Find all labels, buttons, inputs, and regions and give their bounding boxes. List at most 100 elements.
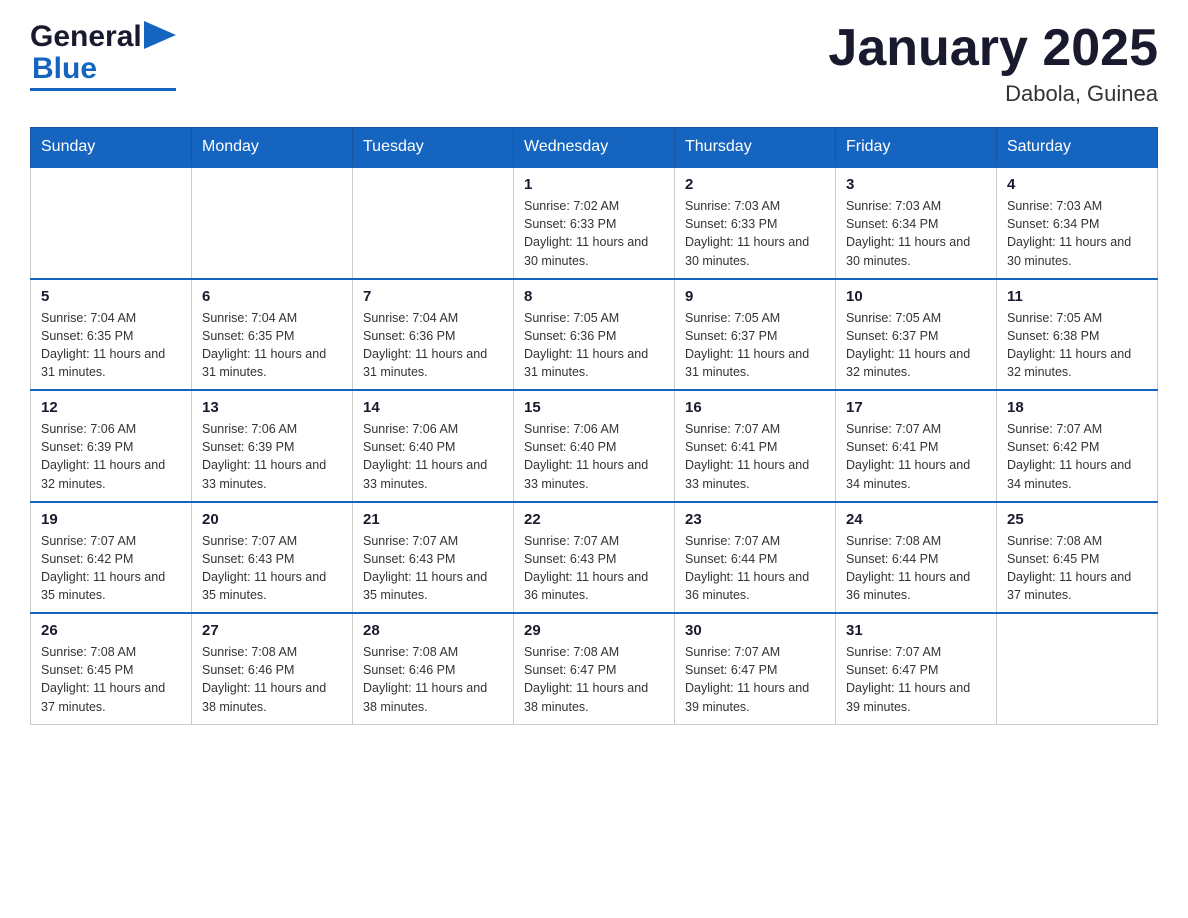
weekday-header-sunday: Sunday [31, 128, 192, 168]
weekday-header-saturday: Saturday [997, 128, 1158, 168]
weekday-header-wednesday: Wednesday [514, 128, 675, 168]
day-number: 2 [685, 176, 825, 193]
calendar-cell: 14 Sunrise: 7:06 AMSunset: 6:40 PMDayligh… [353, 390, 514, 502]
title-section: January 2025 Dabola, Guinea [828, 20, 1158, 107]
calendar-cell: 29Sunrise: 7:08 AMSunset: 6:47 PMDayligh… [514, 613, 675, 724]
day-info: Sunrise: 7:08 AMSunset: 6:46 PMDaylight:… [202, 643, 342, 716]
day-number: 8 [524, 288, 664, 305]
month-year-title: January 2025 [828, 20, 1158, 77]
day-number: 31 [846, 622, 986, 639]
calendar-cell: 4 Sunrise: 7:03 AMSunset: 6:34 PMDaylight… [997, 167, 1158, 279]
day-number: 7 [363, 288, 503, 305]
day-info: Sunrise: 7:07 AMSunset: 6:41 PMDaylight:… [846, 420, 986, 493]
day-number: 26 [41, 622, 181, 639]
calendar-cell: 7Sunrise: 7:04 AMSunset: 6:36 PMDaylight… [353, 279, 514, 391]
day-number: 17 [846, 399, 986, 416]
logo: General Blue [30, 20, 176, 91]
calendar-table: SundayMondayTuesdayWednesdayThursdayFrid… [30, 127, 1158, 725]
calendar-cell: 31 Sunrise: 7:07 AMSunset: 6:47 PMDayligh… [836, 613, 997, 724]
calendar-cell: 16 Sunrise: 7:07 AMSunset: 6:41 PMDayligh… [675, 390, 836, 502]
day-info: Sunrise: 7:08 AMSunset: 6:45 PMDaylight:… [41, 643, 181, 716]
day-info: Sunrise: 7:02 AMSunset: 6:33 PMDaylight:… [524, 197, 664, 270]
page-header: General Blue January 2025 Dabola, Guinea [30, 20, 1158, 107]
day-number: 21 [363, 511, 503, 528]
calendar-cell [997, 613, 1158, 724]
day-info: Sunrise: 7:07 AMSunset: 6:42 PMDaylight:… [1007, 420, 1147, 493]
calendar-cell [353, 167, 514, 279]
calendar-cell: 8 Sunrise: 7:05 AMSunset: 6:36 PMDaylight… [514, 279, 675, 391]
day-number: 12 [41, 399, 181, 416]
day-info: Sunrise: 7:04 AMSunset: 6:35 PMDaylight:… [202, 309, 342, 382]
calendar-cell: 30Sunrise: 7:07 AMSunset: 6:47 PMDayligh… [675, 613, 836, 724]
day-info: Sunrise: 7:06 AMSunset: 6:39 PMDaylight:… [41, 420, 181, 493]
day-number: 16 [685, 399, 825, 416]
day-number: 25 [1007, 511, 1147, 528]
calendar-cell: 15 Sunrise: 7:06 AMSunset: 6:40 PMDayligh… [514, 390, 675, 502]
calendar-cell: 10 Sunrise: 7:05 AMSunset: 6:37 PMDayligh… [836, 279, 997, 391]
day-number: 10 [846, 288, 986, 305]
calendar-cell: 17 Sunrise: 7:07 AMSunset: 6:41 PMDayligh… [836, 390, 997, 502]
calendar-cell: 1 Sunrise: 7:02 AMSunset: 6:33 PMDaylight… [514, 167, 675, 279]
calendar-cell: 2 Sunrise: 7:03 AMSunset: 6:33 PMDaylight… [675, 167, 836, 279]
weekday-header-monday: Monday [192, 128, 353, 168]
calendar-cell: 6 Sunrise: 7:04 AMSunset: 6:35 PMDaylight… [192, 279, 353, 391]
calendar-cell: 22Sunrise: 7:07 AMSunset: 6:43 PMDayligh… [514, 502, 675, 614]
day-info: Sunrise: 7:08 AMSunset: 6:46 PMDaylight:… [363, 643, 503, 716]
day-info: Sunrise: 7:06 AMSunset: 6:40 PMDaylight:… [363, 420, 503, 493]
day-number: 28 [363, 622, 503, 639]
day-number: 11 [1007, 288, 1147, 305]
calendar-cell: 20 Sunrise: 7:07 AMSunset: 6:43 PMDayligh… [192, 502, 353, 614]
day-number: 4 [1007, 176, 1147, 193]
weekday-header-tuesday: Tuesday [353, 128, 514, 168]
day-info: Sunrise: 7:06 AMSunset: 6:39 PMDaylight:… [202, 420, 342, 493]
day-number: 30 [685, 622, 825, 639]
calendar-cell: 3Sunrise: 7:03 AMSunset: 6:34 PMDaylight… [836, 167, 997, 279]
logo-arrow-icon [144, 21, 176, 49]
location-subtitle: Dabola, Guinea [828, 81, 1158, 107]
logo-underline [30, 88, 176, 91]
day-number: 22 [524, 511, 664, 528]
day-number: 29 [524, 622, 664, 639]
day-info: Sunrise: 7:05 AMSunset: 6:37 PMDaylight:… [846, 309, 986, 382]
calendar-week-row: 5Sunrise: 7:04 AMSunset: 6:35 PMDaylight… [31, 279, 1158, 391]
day-info: Sunrise: 7:07 AMSunset: 6:47 PMDaylight:… [846, 643, 986, 716]
calendar-cell [192, 167, 353, 279]
day-info: Sunrise: 7:07 AMSunset: 6:43 PMDaylight:… [202, 532, 342, 605]
day-number: 15 [524, 399, 664, 416]
day-info: Sunrise: 7:07 AMSunset: 6:43 PMDaylight:… [363, 532, 503, 605]
weekday-header-thursday: Thursday [675, 128, 836, 168]
day-number: 14 [363, 399, 503, 416]
logo-blue-text: Blue [32, 52, 97, 85]
day-number: 27 [202, 622, 342, 639]
logo-general-text: General [30, 20, 142, 54]
calendar-week-row: 19Sunrise: 7:07 AMSunset: 6:42 PMDayligh… [31, 502, 1158, 614]
calendar-cell: 21 Sunrise: 7:07 AMSunset: 6:43 PMDayligh… [353, 502, 514, 614]
calendar-cell: 23Sunrise: 7:07 AMSunset: 6:44 PMDayligh… [675, 502, 836, 614]
calendar-cell: 24Sunrise: 7:08 AMSunset: 6:44 PMDayligh… [836, 502, 997, 614]
day-number: 6 [202, 288, 342, 305]
day-info: Sunrise: 7:07 AMSunset: 6:41 PMDaylight:… [685, 420, 825, 493]
calendar-cell: 12 Sunrise: 7:06 AMSunset: 6:39 PMDayligh… [31, 390, 192, 502]
calendar-cell: 5Sunrise: 7:04 AMSunset: 6:35 PMDaylight… [31, 279, 192, 391]
day-info: Sunrise: 7:03 AMSunset: 6:34 PMDaylight:… [846, 197, 986, 270]
calendar-cell: 25Sunrise: 7:08 AMSunset: 6:45 PMDayligh… [997, 502, 1158, 614]
day-info: Sunrise: 7:05 AMSunset: 6:38 PMDaylight:… [1007, 309, 1147, 382]
day-info: Sunrise: 7:03 AMSunset: 6:34 PMDaylight:… [1007, 197, 1147, 270]
calendar-cell [31, 167, 192, 279]
calendar-cell: 28 Sunrise: 7:08 AMSunset: 6:46 PMDayligh… [353, 613, 514, 724]
calendar-cell: 11 Sunrise: 7:05 AMSunset: 6:38 PMDayligh… [997, 279, 1158, 391]
day-number: 1 [524, 176, 664, 193]
calendar-week-row: 1 Sunrise: 7:02 AMSunset: 6:33 PMDaylight… [31, 167, 1158, 279]
calendar-cell: 9 Sunrise: 7:05 AMSunset: 6:37 PMDaylight… [675, 279, 836, 391]
day-number: 9 [685, 288, 825, 305]
day-info: Sunrise: 7:05 AMSunset: 6:36 PMDaylight:… [524, 309, 664, 382]
day-info: Sunrise: 7:08 AMSunset: 6:44 PMDaylight:… [846, 532, 986, 605]
calendar-cell: 18Sunrise: 7:07 AMSunset: 6:42 PMDayligh… [997, 390, 1158, 502]
day-info: Sunrise: 7:05 AMSunset: 6:37 PMDaylight:… [685, 309, 825, 382]
day-number: 19 [41, 511, 181, 528]
day-info: Sunrise: 7:03 AMSunset: 6:33 PMDaylight:… [685, 197, 825, 270]
day-number: 23 [685, 511, 825, 528]
day-info: Sunrise: 7:06 AMSunset: 6:40 PMDaylight:… [524, 420, 664, 493]
calendar-cell: 13Sunrise: 7:06 AMSunset: 6:39 PMDayligh… [192, 390, 353, 502]
day-number: 20 [202, 511, 342, 528]
